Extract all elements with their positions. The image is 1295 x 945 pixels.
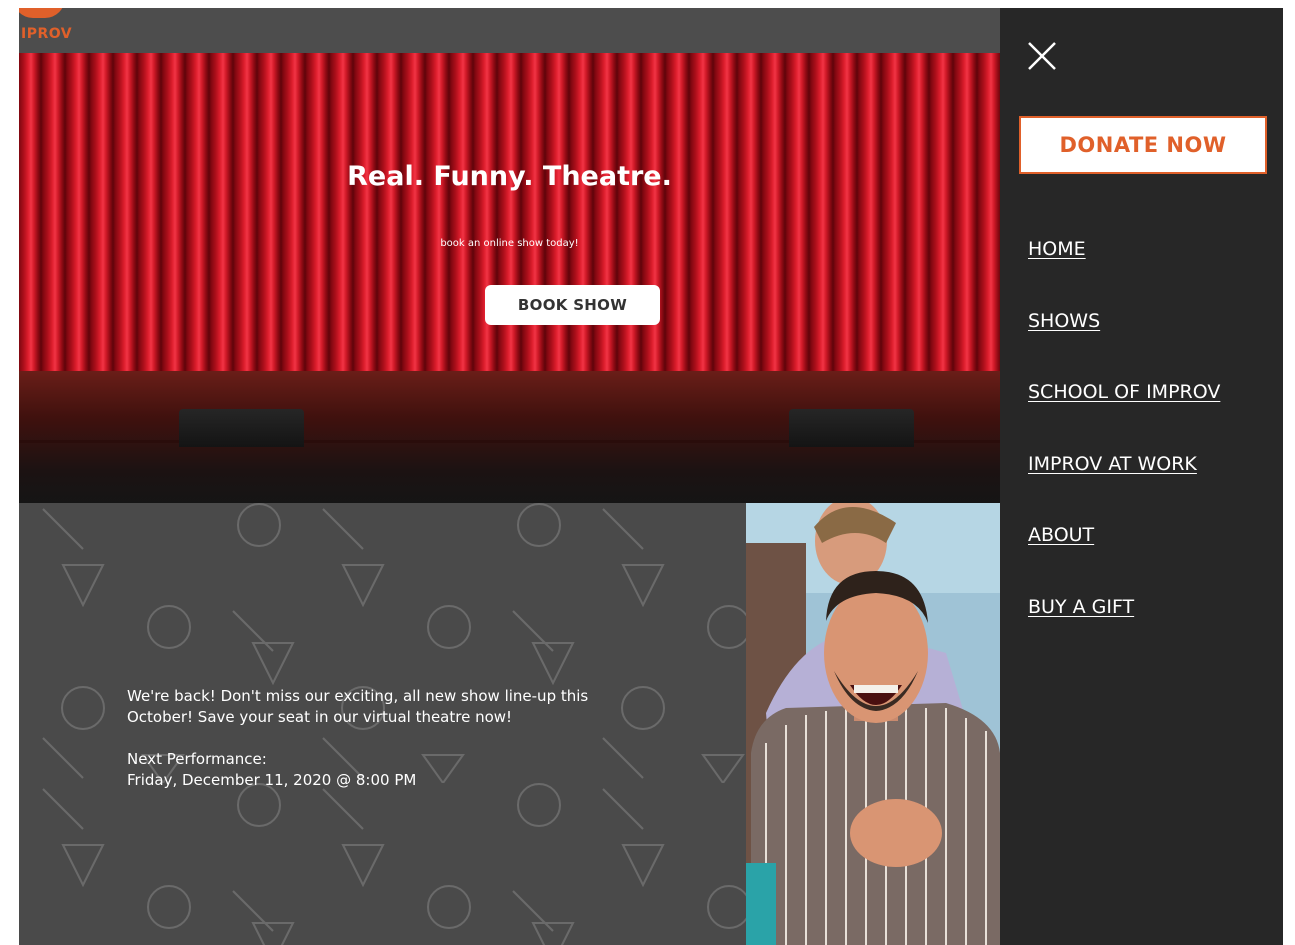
nav-item-school-of-improv: SCHOOL OF IMPROV [1028,381,1220,453]
nav-drawer: DONATE NOW HOME SHOWS SCHOOL OF IMPROV I… [1000,8,1283,945]
logo-text[interactable]: IPROV [21,26,72,42]
drawer-nav: HOME SHOWS SCHOOL OF IMPROV IMPROV AT WO… [1028,238,1220,667]
promo-section: We're back! Don't miss our exciting, all… [19,503,1000,945]
next-performance-date: Friday, December 11, 2020 @ 8:00 PM [127,771,417,789]
nav-link-home[interactable]: HOME [1028,238,1086,260]
nav-item-home: HOME [1028,238,1220,310]
nav-link-buy-a-gift[interactable]: BUY A GIFT [1028,596,1134,618]
next-performance-label: Next Performance: [127,750,267,768]
nav-item-improv-at-work: IMPROV AT WORK [1028,453,1220,525]
site-page: IPROV Real. Funny. Theatre. book an onli… [19,8,1000,945]
hero-banner: Real. Funny. Theatre. book an online sho… [19,53,1000,503]
stage-floor [19,371,1000,503]
promo-paragraph: We're back! Don't miss our exciting, all… [127,687,589,726]
nav-item-shows: SHOWS [1028,310,1220,382]
hero-title: Real. Funny. Theatre. [347,161,672,192]
book-show-button[interactable]: BOOK SHOW [485,285,660,325]
nav-item-buy-a-gift: BUY A GIFT [1028,596,1220,668]
site-header: IPROV [19,8,1000,53]
promo-text-block: We're back! Don't miss our exciting, all… [127,686,607,791]
donate-now-button[interactable]: DONATE NOW [1019,116,1267,174]
nav-link-school-of-improv[interactable]: SCHOOL OF IMPROV [1028,381,1220,403]
nav-item-about: ABOUT [1028,524,1220,596]
stage-monitor-right [789,409,914,447]
close-icon[interactable] [1024,38,1060,74]
stage-monitor-left [179,409,304,447]
nav-link-about[interactable]: ABOUT [1028,524,1094,546]
hero-subtitle: book an online show today! [440,238,579,249]
logo-mark[interactable] [19,8,65,18]
performers-photo [746,503,1000,945]
nav-link-improv-at-work[interactable]: IMPROV AT WORK [1028,453,1197,475]
nav-link-shows[interactable]: SHOWS [1028,310,1100,332]
